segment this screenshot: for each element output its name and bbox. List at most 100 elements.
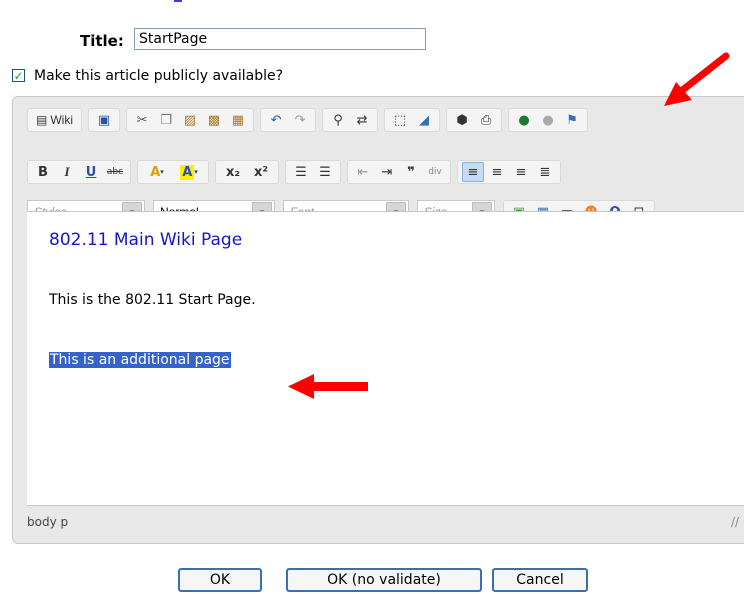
indent-icon: ⇥ bbox=[381, 164, 393, 180]
outdent-icon: ⇤ bbox=[357, 164, 369, 180]
toolbar-group-find: ⚲ ⇄ bbox=[322, 108, 379, 132]
toolbar-group-save: ▣ bbox=[88, 108, 121, 132]
justify-icon: ≣ bbox=[539, 164, 551, 180]
editor-content-area[interactable]: 802.11 Main Wiki Page This is the 802.11… bbox=[27, 211, 744, 506]
toolbar-group-align: ≡ ≡ ≡ ≣ bbox=[457, 160, 561, 184]
redo-icon: ↷ bbox=[294, 112, 306, 128]
toolbar-group-template: ⬢ ⎙ bbox=[446, 108, 503, 132]
preview-icon: ⎙ bbox=[480, 112, 492, 128]
rich-text-editor: ▤ Wiki ▣ ✂ ❐ ▨ ▩ ▦ ↶ ↷ ⚲ ⇄ ⬚ ◢ ⬢ ⎙ ● ● ⚑… bbox=[12, 96, 744, 544]
annotation-arrow-toolbar bbox=[664, 52, 730, 106]
public-checkbox-label: Make this article publicly available? bbox=[34, 68, 284, 84]
copy-icon: ❐ bbox=[160, 112, 172, 128]
content-paragraph-selected: This is an additional page bbox=[49, 352, 231, 368]
unlink-button[interactable]: ● bbox=[537, 110, 559, 130]
title-input[interactable]: StartPage bbox=[134, 28, 426, 50]
content-paragraph-1: This is the 802.11 Start Page. bbox=[49, 292, 256, 308]
subscript-button[interactable]: x₂ bbox=[220, 162, 246, 182]
toolbar-group-basic: B I U abc bbox=[27, 160, 131, 184]
replace-button[interactable]: ⇄ bbox=[351, 110, 373, 130]
copy-button[interactable]: ❐ bbox=[155, 110, 177, 130]
select-all-icon: ⬚ bbox=[393, 112, 407, 128]
link-icon: ● bbox=[518, 112, 530, 128]
redo-button[interactable]: ↷ bbox=[289, 110, 311, 130]
toolbar-row-2: B I U abc A ▾ A ▾ x₂ x² ☰ ☰ ⇤ ⇥ ❞ div ≡ ≡ … bbox=[27, 159, 567, 185]
save-icon: ▣ bbox=[97, 112, 111, 128]
outdent-button[interactable]: ⇤ bbox=[352, 162, 374, 182]
bg-color-label: A bbox=[180, 164, 195, 180]
strike-button[interactable]: abc bbox=[104, 162, 126, 182]
toolbar-group-link: ● ● ⚑ bbox=[508, 108, 589, 132]
superscript-button[interactable]: x² bbox=[248, 162, 274, 182]
replace-icon: ⇄ bbox=[356, 112, 368, 128]
top-link-underline bbox=[174, 0, 182, 2]
chevron-down-icon: ▾ bbox=[160, 168, 164, 176]
text-color-button[interactable]: A ▾ bbox=[142, 162, 172, 182]
checkmark-icon: ✓ bbox=[13, 68, 24, 83]
toolbar-group-indent: ⇤ ⇥ ❞ div bbox=[347, 160, 451, 184]
align-right-icon: ≡ bbox=[515, 164, 527, 180]
bulleted-list-button[interactable]: ☰ bbox=[314, 162, 336, 182]
paste-text-button[interactable]: ▩ bbox=[203, 110, 225, 130]
save-button[interactable]: ▣ bbox=[93, 110, 115, 130]
toolbar-group-script: x₂ x² bbox=[215, 160, 279, 184]
content-heading: 802.11 Main Wiki Page bbox=[49, 230, 243, 250]
resize-grip-icon[interactable]: // bbox=[731, 515, 739, 529]
toolbar-group-lists: ☰ ☰ bbox=[285, 160, 341, 184]
wiki-label: Wiki bbox=[50, 113, 74, 127]
underline-button[interactable]: U bbox=[80, 162, 102, 182]
wiki-source-button[interactable]: ▤ Wiki bbox=[32, 110, 77, 130]
element-path: body p bbox=[27, 515, 69, 529]
div-icon: div bbox=[428, 167, 442, 177]
align-center-button[interactable]: ≡ bbox=[486, 162, 508, 182]
div-button[interactable]: div bbox=[424, 162, 446, 182]
find-button[interactable]: ⚲ bbox=[327, 110, 349, 130]
anchor-button[interactable]: ⚑ bbox=[561, 110, 583, 130]
quote-icon: ❞ bbox=[407, 164, 415, 180]
select-all-button[interactable]: ⬚ bbox=[389, 110, 411, 130]
title-label: Title: bbox=[80, 32, 124, 50]
numbered-list-icon: ☰ bbox=[295, 164, 307, 180]
bg-color-button[interactable]: A ▾ bbox=[174, 162, 204, 182]
paste-icon: ▨ bbox=[183, 112, 197, 128]
find-icon: ⚲ bbox=[333, 112, 343, 128]
eraser-icon: ◢ bbox=[419, 112, 430, 128]
bulleted-list-icon: ☰ bbox=[319, 164, 331, 180]
toolbar-row-1: ▤ Wiki ▣ ✂ ❐ ▨ ▩ ▦ ↶ ↷ ⚲ ⇄ ⬚ ◢ ⬢ ⎙ ● ● ⚑ bbox=[27, 107, 594, 133]
italic-button[interactable]: I bbox=[56, 162, 78, 182]
toolbar-group-colors: A ▾ A ▾ bbox=[137, 160, 209, 184]
toolbar-group-select: ⬚ ◢ bbox=[384, 108, 441, 132]
toolbar-group-wiki: ▤ Wiki bbox=[27, 108, 83, 132]
chevron-down-icon: ▾ bbox=[194, 168, 198, 176]
link-button[interactable]: ● bbox=[513, 110, 535, 130]
unlink-icon: ● bbox=[542, 112, 554, 128]
annotation-arrow-content bbox=[288, 374, 368, 399]
blockquote-button[interactable]: ❞ bbox=[400, 162, 422, 182]
cut-icon: ✂ bbox=[136, 112, 148, 128]
paste-text-icon: ▩ bbox=[207, 112, 221, 128]
cancel-button[interactable]: Cancel bbox=[492, 568, 588, 592]
remove-format-button[interactable]: ◢ bbox=[413, 110, 435, 130]
source-icon: ▤ bbox=[36, 113, 48, 127]
public-checkbox[interactable]: ✓ bbox=[12, 69, 25, 82]
toolbar-group-clipboard: ✂ ❐ ▨ ▩ ▦ bbox=[126, 108, 255, 132]
cut-button[interactable]: ✂ bbox=[131, 110, 153, 130]
paste-word-button[interactable]: ▦ bbox=[227, 110, 249, 130]
undo-button[interactable]: ↶ bbox=[265, 110, 287, 130]
align-left-button[interactable]: ≡ bbox=[462, 162, 484, 182]
align-center-icon: ≡ bbox=[491, 164, 503, 180]
paste-word-icon: ▦ bbox=[231, 112, 245, 128]
template-icon: ⬢ bbox=[456, 112, 468, 128]
align-right-button[interactable]: ≡ bbox=[510, 162, 532, 182]
ok-no-validate-button[interactable]: OK (no validate) bbox=[286, 568, 482, 592]
paste-button[interactable]: ▨ bbox=[179, 110, 201, 130]
ok-button[interactable]: OK bbox=[178, 568, 262, 592]
bold-button[interactable]: B bbox=[32, 162, 54, 182]
template-button[interactable]: ⬢ bbox=[451, 110, 473, 130]
flag-icon: ⚑ bbox=[566, 112, 578, 128]
indent-button[interactable]: ⇥ bbox=[376, 162, 398, 182]
numbered-list-button[interactable]: ☰ bbox=[290, 162, 312, 182]
align-left-icon: ≡ bbox=[467, 164, 479, 180]
preview-button[interactable]: ⎙ bbox=[475, 110, 497, 130]
justify-button[interactable]: ≣ bbox=[534, 162, 556, 182]
